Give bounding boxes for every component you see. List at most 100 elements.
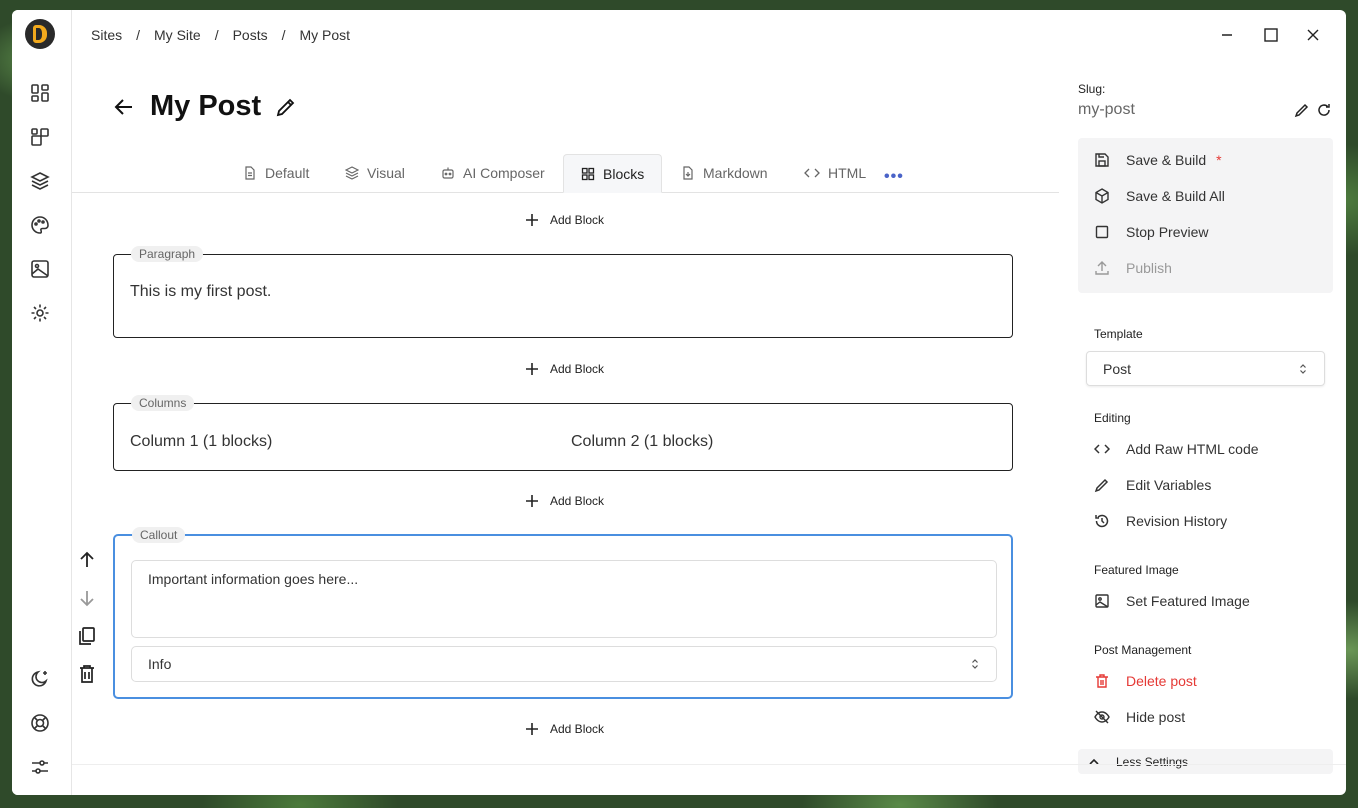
package-icon (1094, 188, 1110, 204)
callout-type-select[interactable]: Info (131, 646, 997, 682)
palette-icon[interactable] (28, 213, 52, 237)
tab-html[interactable]: HTML (787, 154, 883, 192)
tab-label: Visual (367, 165, 405, 181)
tab-label: Blocks (603, 165, 645, 182)
plus-icon (524, 212, 540, 228)
hide-post-label: Hide post (1126, 709, 1186, 725)
tab-default[interactable]: Default (226, 154, 326, 192)
add-block-button[interactable]: Add Block (524, 721, 604, 737)
tab-label: HTML (828, 165, 867, 181)
layers-icon[interactable] (28, 169, 52, 193)
move-down-icon[interactable] (76, 587, 98, 609)
slug-label: Slug: (1078, 82, 1106, 96)
editor-tabs: Default Visual AI Composer Blocks Markdo… (72, 144, 1059, 193)
breadcrumb-posts[interactable]: Posts (233, 27, 268, 43)
hide-post-button[interactable]: Hide post (1094, 709, 1185, 725)
delete-post-button[interactable]: Delete post (1094, 673, 1197, 689)
less-settings-label: Less Settings (1116, 754, 1189, 769)
code-icon (1094, 441, 1110, 457)
publish-label: Publish (1126, 260, 1172, 276)
edit-slug-pencil-icon[interactable] (1294, 102, 1310, 118)
theme-moon-icon[interactable] (28, 667, 52, 691)
column-2-summary[interactable]: Column 2 (1 blocks) (571, 433, 713, 451)
slug-actions (1294, 102, 1332, 118)
paragraph-block[interactable]: Paragraph This is my first post. (113, 246, 1013, 338)
maximize-icon[interactable] (1261, 25, 1281, 45)
blocks-icon[interactable] (28, 125, 52, 149)
save-build-label: Save & Build (1126, 152, 1207, 168)
help-lifebuoy-icon[interactable] (28, 711, 52, 735)
back-arrow-icon[interactable] (112, 95, 136, 119)
minimize-icon[interactable] (1217, 25, 1237, 45)
callout-text-input[interactable]: Important information goes here... (131, 560, 997, 638)
block-type-label: Paragraph (131, 246, 204, 262)
refresh-slug-icon[interactable] (1316, 102, 1332, 118)
breadcrumb-separator: / (136, 27, 141, 43)
add-block-button[interactable]: Add Block (524, 493, 604, 509)
layers-icon (345, 166, 359, 180)
dashboard-icon[interactable] (28, 81, 52, 105)
breadcrumb-separator: / (214, 27, 219, 43)
edit-title-pencil-icon[interactable] (275, 96, 297, 118)
tab-markdown[interactable]: Markdown (664, 154, 785, 192)
file-icon (243, 166, 257, 180)
add-block-label: Add Block (550, 362, 605, 376)
save-icon (1094, 152, 1110, 168)
image-icon (1094, 593, 1110, 609)
history-icon (1094, 513, 1110, 529)
breadcrumb-my-site[interactable]: My Site (154, 27, 201, 43)
stop-square-icon (1094, 224, 1110, 240)
unsaved-asterisk: * (1216, 152, 1222, 168)
app-logo[interactable] (25, 19, 55, 49)
column-1-summary[interactable]: Column 1 (1 blocks) (130, 433, 272, 451)
set-featured-image-button[interactable]: Set Featured Image (1094, 593, 1250, 609)
edit-variables-label: Edit Variables (1126, 477, 1212, 493)
stop-preview-button[interactable]: Stop Preview (1094, 224, 1208, 240)
paragraph-text[interactable]: This is my first post. (130, 283, 271, 301)
add-block-label: Add Block (550, 722, 605, 736)
revision-history-button[interactable]: Revision History (1094, 513, 1227, 529)
sliders-icon[interactable] (28, 755, 52, 779)
save-build-all-button[interactable]: Save & Build All (1094, 188, 1225, 204)
tab-label: Default (265, 165, 310, 181)
editor-main: My Post Default Visual AI Composer Block… (72, 60, 1059, 795)
eye-off-icon (1094, 709, 1110, 725)
breadcrumb-sites[interactable]: Sites (91, 27, 122, 43)
tab-visual[interactable]: Visual (328, 154, 422, 192)
robot-icon (441, 166, 455, 180)
delete-trash-icon[interactable] (76, 663, 98, 685)
plus-icon (524, 493, 540, 509)
template-select[interactable]: Post (1086, 351, 1325, 386)
set-featured-image-label: Set Featured Image (1126, 593, 1250, 609)
tab-ai-composer[interactable]: AI Composer (424, 154, 562, 192)
publish-button[interactable]: Publish (1094, 260, 1172, 276)
add-raw-html-button[interactable]: Add Raw HTML code (1094, 441, 1259, 457)
move-up-icon[interactable] (76, 549, 98, 571)
image-icon[interactable] (28, 257, 52, 281)
stop-preview-label: Stop Preview (1126, 224, 1209, 240)
more-tabs-icon[interactable]: ••• (884, 168, 904, 186)
callout-block[interactable]: Callout Important information goes here.… (113, 527, 1013, 699)
plus-icon (524, 721, 540, 737)
edit-variables-button[interactable]: Edit Variables (1094, 477, 1211, 493)
slug-value[interactable]: my-post (1078, 101, 1135, 119)
add-block-label: Add Block (550, 494, 605, 508)
trash-icon (1094, 673, 1110, 689)
save-build-button[interactable]: Save & Build * (1094, 152, 1222, 168)
add-block-button[interactable]: Add Block (524, 212, 604, 228)
callout-type-value: Info (148, 656, 172, 672)
breadcrumb: Sites / My Site / Posts / My Post (91, 27, 350, 43)
close-icon[interactable] (1303, 25, 1323, 45)
breadcrumb-separator: / (281, 27, 286, 43)
columns-block[interactable]: Columns Column 1 (1 blocks) Column 2 (1 … (113, 395, 1013, 471)
nav-rail (12, 10, 72, 795)
chevron-up-icon (1088, 756, 1100, 768)
duplicate-icon[interactable] (76, 625, 98, 647)
settings-sidebar: Slug: my-post Save & Build * Save & Build… (1078, 60, 1346, 795)
tab-blocks[interactable]: Blocks (563, 154, 663, 193)
block-type-label: Callout (132, 527, 186, 543)
settings-gear-icon[interactable] (28, 301, 52, 325)
tab-label: Markdown (703, 165, 768, 181)
less-settings-toggle[interactable]: Less Settings (1078, 749, 1333, 774)
add-block-button[interactable]: Add Block (524, 361, 604, 377)
